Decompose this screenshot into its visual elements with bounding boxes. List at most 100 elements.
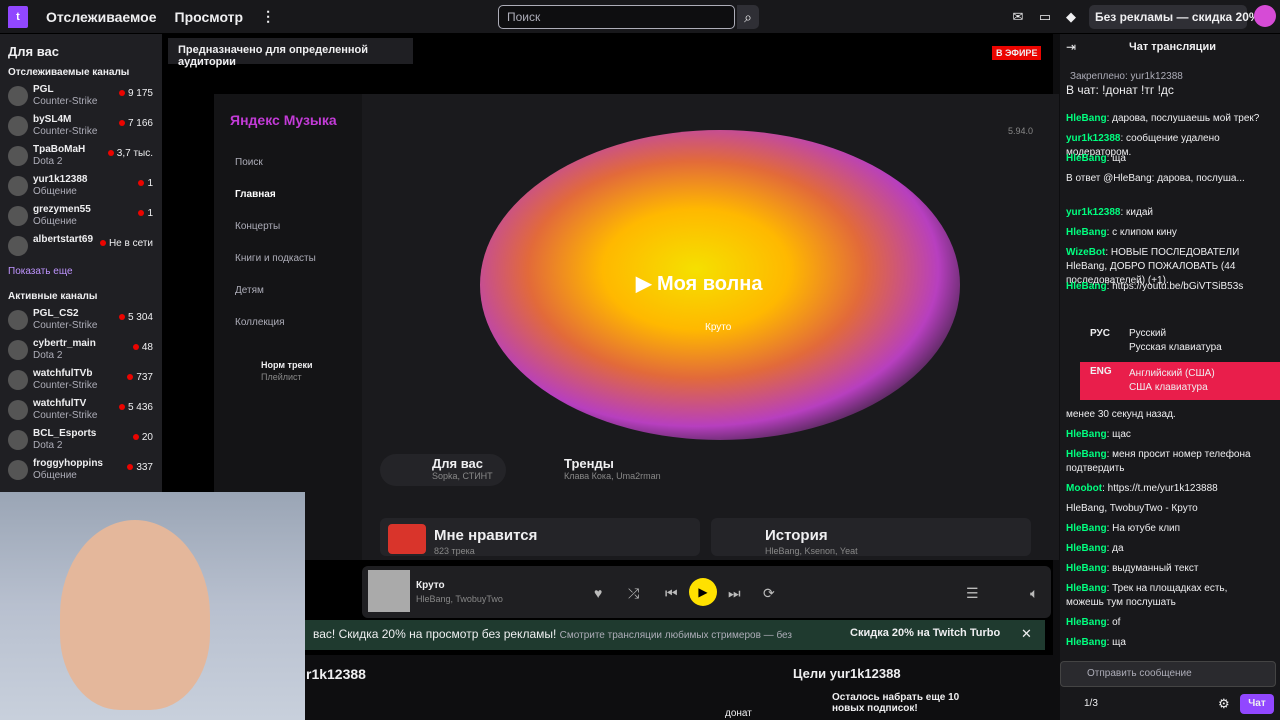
next-icon[interactable]: ⏭ xyxy=(728,585,741,602)
chat-message: HleBang: ща xyxy=(1066,637,1126,648)
chat-message: HleBang: меня просит номер телефона подт… xyxy=(1066,449,1251,474)
active-item[interactable]: watchfulTVb Counter-Strike 737 xyxy=(0,366,162,396)
channels-item[interactable]: grezymen55 Общение 1 xyxy=(0,202,162,232)
channel-avatar xyxy=(8,236,28,256)
channel-name: PGL_CS2 xyxy=(33,308,79,319)
close-icon[interactable]: ✕ xyxy=(1021,626,1032,642)
following-link[interactable]: Отслеживаемое xyxy=(46,9,157,25)
chat-message: HleBang: https://youtu.be/bGiVTSiB53s xyxy=(1066,281,1244,292)
channel-avatar xyxy=(8,340,28,360)
user-avatar[interactable] xyxy=(1254,5,1276,27)
twitch-logo[interactable]: t xyxy=(8,5,28,28)
goals-title: Цели yur1k12388 xyxy=(793,666,901,681)
viewer-count: 3,7 тыс. xyxy=(107,148,153,159)
ym-playlist-title[interactable]: Норм треки xyxy=(261,360,312,370)
ym-nav-concerts[interactable]: Концерты xyxy=(235,221,280,232)
send-button[interactable]: Чат xyxy=(1240,694,1274,714)
channels-item[interactable]: albertstart69 Не в сети xyxy=(0,232,162,262)
ym-logo[interactable]: Яндекс Музыка xyxy=(230,112,337,128)
streamer-name[interactable]: r1k12388 xyxy=(306,666,366,682)
banner-cta[interactable]: Скидка 20% на Twitch Turbo xyxy=(850,627,1000,639)
liked-card[interactable] xyxy=(380,518,700,556)
active-item[interactable]: watchfulTV Counter-Strike 5 436 xyxy=(0,396,162,426)
channel-game: Counter-Strike xyxy=(33,96,98,107)
viewer-count: 5 436 xyxy=(118,402,153,413)
prime-icon[interactable]: ◆ xyxy=(1063,9,1079,25)
channel-avatar xyxy=(8,206,28,226)
channel-game: Общение xyxy=(33,470,77,481)
history-card[interactable] xyxy=(711,518,1031,556)
lang-en-kb: США клавиатура xyxy=(1129,382,1208,393)
for-you-sub: Sopka, СТИНТ xyxy=(432,471,493,481)
chat-message: HleBang: щас xyxy=(1066,429,1131,440)
viewer-count: 5 304 xyxy=(118,312,153,323)
active-item[interactable]: froggyhoppins Общение 337 xyxy=(0,456,162,486)
ym-nav-search[interactable]: Поиск xyxy=(235,157,263,168)
donate-link[interactable]: донат xyxy=(725,708,752,719)
lang-en[interactable]: ENG Английский (США) США клавиатура xyxy=(1080,362,1280,400)
track-title[interactable]: Круто xyxy=(416,580,445,591)
more-menu-icon[interactable]: ⋮ xyxy=(261,8,275,25)
channel-game: Общение xyxy=(33,186,77,197)
show-more-link[interactable]: Показать еще xyxy=(0,262,162,281)
channels-item[interactable]: PGL Counter-Strike 9 175 xyxy=(0,82,162,112)
chat-input[interactable]: Отправить сообщение xyxy=(1060,661,1276,687)
trends-title[interactable]: Тренды xyxy=(564,456,614,471)
active-item[interactable]: BCL_Esports Dota 2 20 xyxy=(0,426,162,456)
channel-avatar xyxy=(8,86,28,106)
browse-link[interactable]: Просмотр xyxy=(175,9,244,25)
inbox-icon[interactable]: ✉ xyxy=(1010,9,1026,25)
channels-item[interactable]: yur1k12388 Общение 1 xyxy=(0,172,162,202)
queue-icon[interactable]: ☰ xyxy=(966,585,979,602)
search-icon[interactable]: ⌕ xyxy=(737,5,759,29)
channel-avatar xyxy=(8,370,28,390)
prev-icon[interactable]: ⏮ xyxy=(665,585,678,602)
channel-name: grezymen55 xyxy=(33,204,91,215)
turbo-label: Без рекламы — скидка 20% xyxy=(1095,10,1260,24)
ym-nav-collection[interactable]: Коллекция xyxy=(235,317,285,328)
viewer-count: 48 xyxy=(132,342,153,353)
turbo-button[interactable]: Без рекламы — скидка 20% xyxy=(1089,5,1260,29)
channel-name: watchfulTV xyxy=(33,398,87,409)
audience-notice: Предназначено для определенной аудитории xyxy=(168,38,413,68)
lang-ru[interactable]: РУС Русский Русская клавиатура xyxy=(1080,324,1280,362)
liked-sub: 823 трека xyxy=(434,546,475,556)
repeat-icon[interactable]: ⟳ xyxy=(763,585,775,602)
active-item[interactable]: PGL_CS2 Counter-Strike 5 304 xyxy=(0,306,162,336)
shuffle-icon[interactable]: ⤮ xyxy=(628,585,639,602)
track-artist[interactable]: HleBang, TwobuyTwo xyxy=(416,594,503,604)
like-icon[interactable]: ♥ xyxy=(594,585,602,601)
channels-item[interactable]: bySL4M Counter-Strike 7 166 xyxy=(0,112,162,142)
chat-message: HleBang: с клипом кину xyxy=(1066,227,1177,238)
channel-game: Counter-Strike xyxy=(33,320,98,331)
active-item[interactable]: cybertr_main Dota 2 48 xyxy=(0,336,162,366)
history-title: История xyxy=(765,527,828,544)
channel-game: Counter-Strike xyxy=(33,126,98,137)
search-input[interactable]: Поиск xyxy=(498,5,735,29)
wave-chip[interactable]: Круто xyxy=(705,322,731,333)
ym-nav-books[interactable]: Книги и подкасты xyxy=(235,253,316,264)
channel-name: froggyhoppins xyxy=(33,458,103,469)
play-button[interactable]: ▶ xyxy=(689,578,717,606)
liked-title: Мне нравится xyxy=(434,527,538,544)
viewer-count: 20 xyxy=(132,432,153,443)
heart-icon xyxy=(388,524,426,554)
ym-nav-kids[interactable]: Детям xyxy=(235,285,264,296)
ym-playlist-sub: Плейлист xyxy=(261,372,302,382)
chat-message: HleBang: of xyxy=(1066,617,1121,628)
volume-icon[interactable]: 🔈︎ xyxy=(1030,585,1038,602)
whispers-icon[interactable]: ▭ xyxy=(1037,9,1053,25)
my-wave-button[interactable]: ▶ Моя волна xyxy=(636,271,762,296)
channel-name: bySL4M xyxy=(33,114,72,125)
settings-icon[interactable]: ⚙ xyxy=(1218,696,1230,712)
channel-name: cybertr_main xyxy=(33,338,96,349)
viewer-count: 9 175 xyxy=(118,88,153,99)
viewer-count: 1 xyxy=(138,208,153,219)
viewer-count: 337 xyxy=(127,462,153,473)
sidebar-title: Для вас xyxy=(8,44,59,59)
ym-version: 5.94.0 xyxy=(1008,126,1034,136)
ym-nav-home[interactable]: Главная xyxy=(235,189,276,200)
pinned-message: В чат: !донат !тг !дс xyxy=(1066,83,1174,97)
collapse-icon[interactable]: ⇥ xyxy=(1066,40,1076,54)
channels-item[interactable]: TpaBoMaH Dota 2 3,7 тыс. xyxy=(0,142,162,172)
